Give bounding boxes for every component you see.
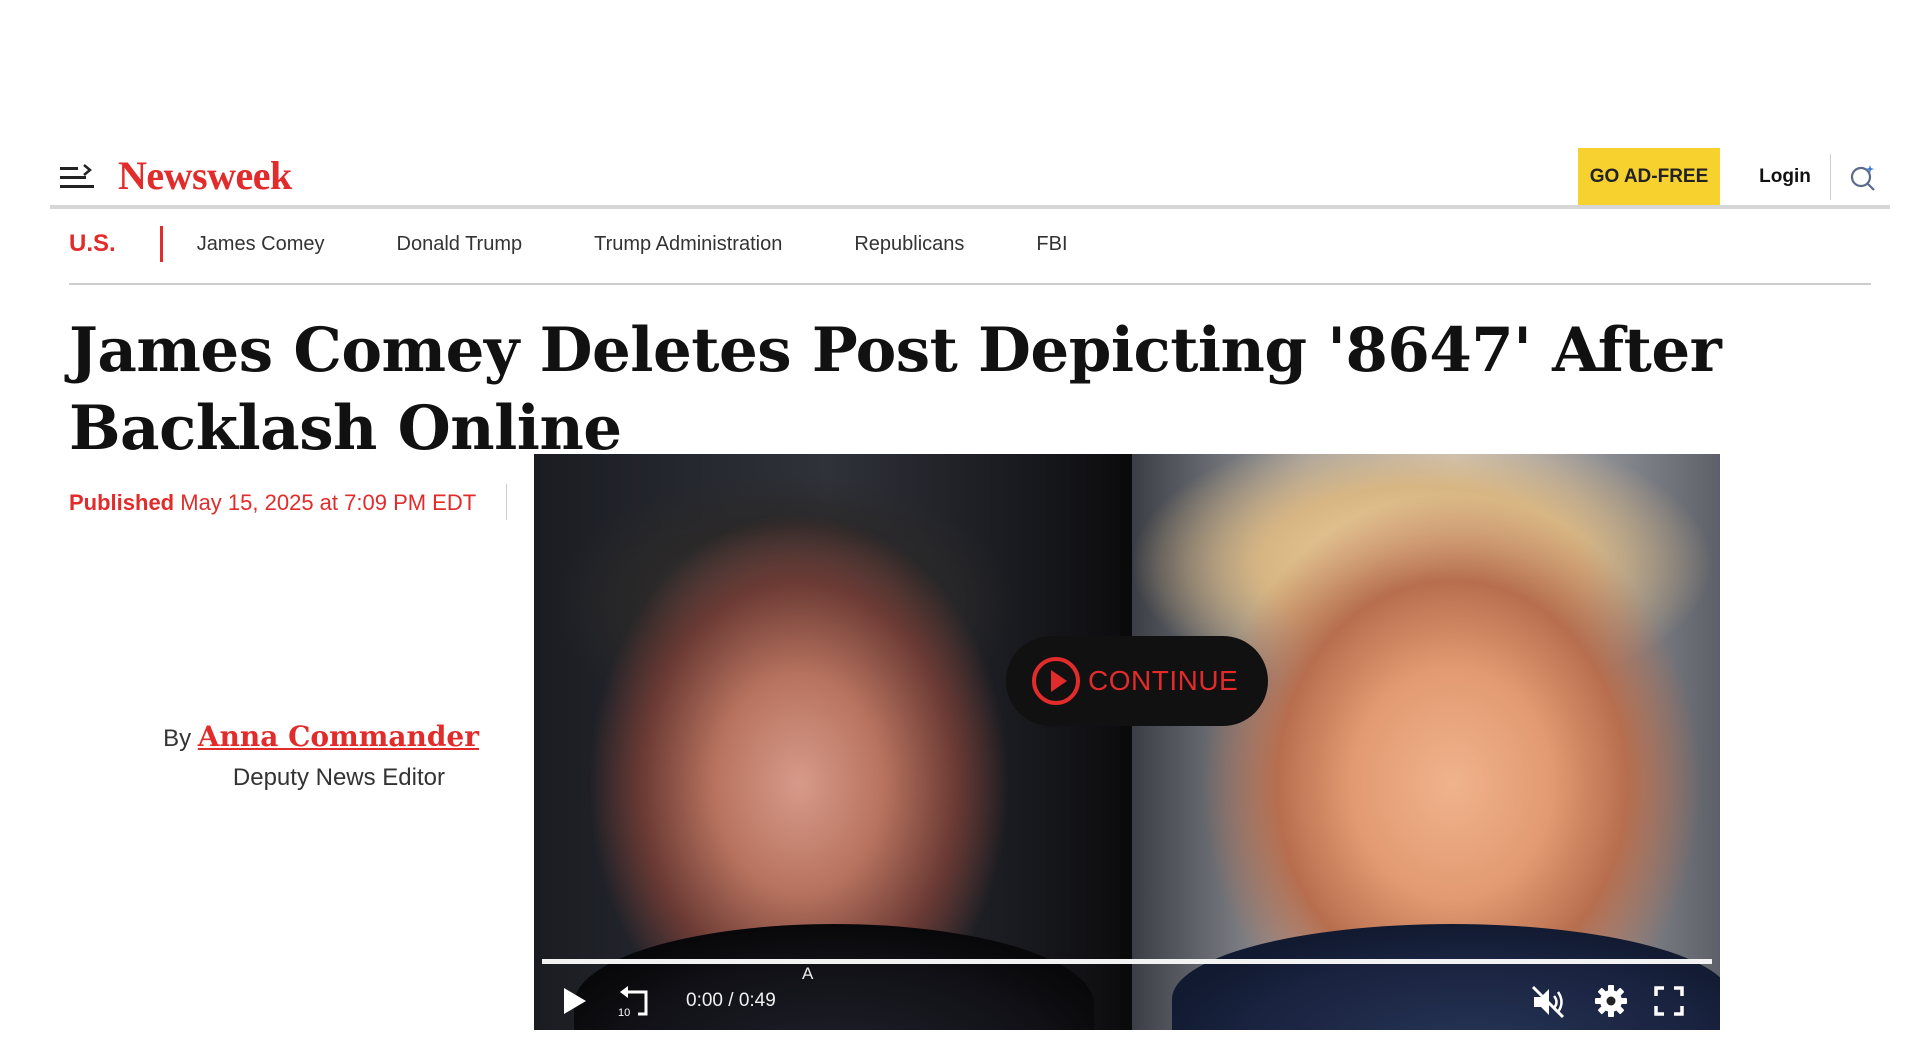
rewind-10-icon[interactable]: 10 [616, 984, 652, 1018]
play-icon[interactable] [562, 986, 588, 1016]
video-thumbnail-right [1132, 454, 1720, 1030]
meta-divider [506, 484, 507, 520]
newsweek-logo[interactable]: Newsweek [118, 152, 292, 199]
mute-icon[interactable] [1530, 984, 1566, 1020]
nav-link-donald-trump[interactable]: Donald Trump [397, 233, 523, 256]
video-progress-bar[interactable] [542, 959, 1712, 964]
continue-button[interactable]: CONTINUE [1006, 636, 1268, 726]
svg-text:10: 10 [618, 1007, 630, 1018]
article-headline: James Comey Deletes Post Depicting '8647… [69, 315, 1722, 464]
menu-icon[interactable] [60, 164, 94, 190]
section-nav: U.S. James Comey Donald Trump Trump Admi… [69, 220, 1140, 268]
play-circle-icon [1032, 657, 1080, 705]
nav-link-fbi[interactable]: FBI [1036, 233, 1067, 256]
site-header: Newsweek GO AD-FREE Login [50, 148, 1890, 206]
search-icon[interactable] [1848, 163, 1878, 193]
published-date: May 15, 2025 at 7:09 PM EDT [180, 490, 477, 515]
go-ad-free-button[interactable]: GO AD-FREE [1578, 148, 1720, 205]
login-button[interactable]: Login [1740, 148, 1830, 205]
nav-divider [69, 283, 1871, 285]
header-divider [1830, 154, 1831, 200]
settings-gear-icon[interactable] [1594, 984, 1628, 1018]
nav-link-james-comey[interactable]: James Comey [197, 233, 325, 256]
published-info: Published May 15, 2025 at 7:09 PM EDT [69, 490, 476, 516]
byline-prefix: By [163, 725, 192, 752]
thumbnail-split [1120, 454, 1132, 1030]
header-underline [50, 205, 1890, 209]
nav-link-trump-administration[interactable]: Trump Administration [594, 233, 782, 256]
continue-label: CONTINUE [1088, 665, 1239, 696]
nav-link-republicans[interactable]: Republicans [854, 233, 964, 256]
author-role: Deputy News Editor [232, 764, 445, 791]
fullscreen-icon[interactable] [1654, 986, 1684, 1016]
progress-marker: A [802, 964, 814, 983]
author-link[interactable]: Anna Commander [198, 720, 479, 753]
video-time: 0:00 / 0:49 [686, 990, 776, 1011]
video-thumbnail-left [534, 454, 1120, 1030]
video-player[interactable]: CONTINUE A 10 0:00 / 0:49 [534, 454, 1720, 1030]
section-separator [159, 226, 163, 262]
section-label-us[interactable]: U.S. [69, 230, 116, 258]
byline: By Anna Commander [69, 720, 479, 753]
published-label: Published [69, 490, 175, 515]
